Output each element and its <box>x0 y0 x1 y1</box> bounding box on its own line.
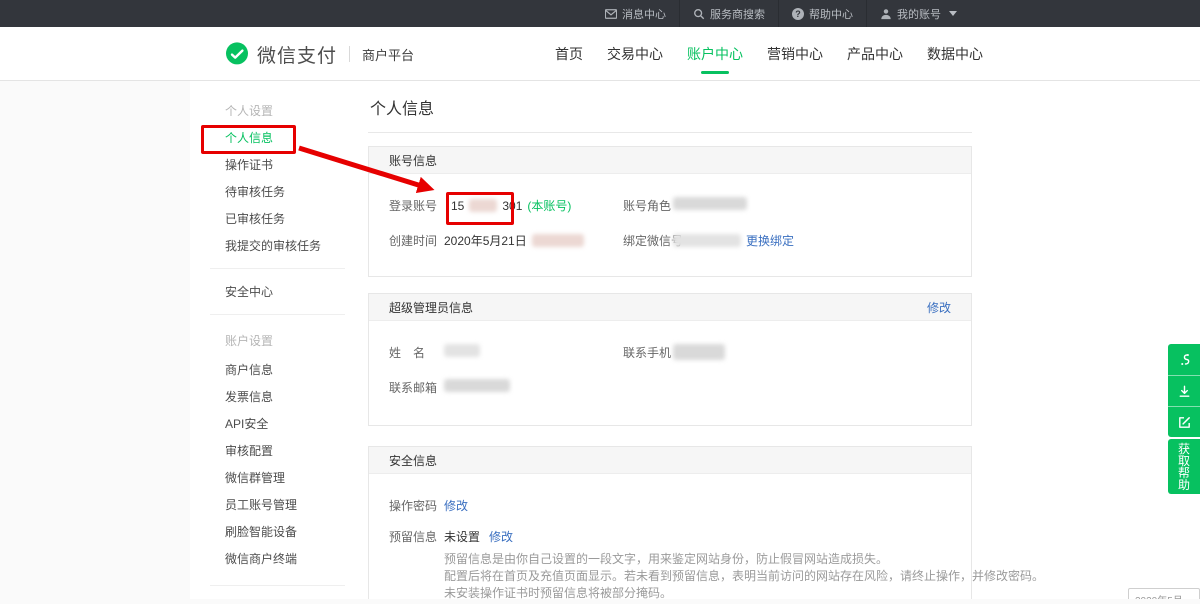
help-center-label: 帮助中心 <box>809 6 853 22</box>
admin-email-value <box>444 379 510 392</box>
password-modify-link[interactable]: 修改 <box>444 497 468 514</box>
message-center-link[interactable]: 消息中心 <box>592 0 679 27</box>
primary-nav: 首页 交易中心 账户中心 营销中心 产品中心 数据中心 <box>555 27 983 81</box>
admin-email-label: 联系邮箱 <box>389 379 437 396</box>
link-button[interactable] <box>1168 344 1200 375</box>
admin-info-card-title: 超级管理员信息 <box>389 299 473 316</box>
redacted-admin-email <box>444 379 510 392</box>
sidebar-item-review-config[interactable]: 审核配置 <box>225 438 345 465</box>
brand-logo[interactable]: 微信支付 商户平台 <box>225 27 414 81</box>
get-help-button[interactable]: 获取帮助 <box>1168 439 1200 494</box>
mail-icon <box>605 8 617 20</box>
created-time-label: 创建时间 <box>389 232 437 249</box>
nav-home[interactable]: 首页 <box>555 27 583 81</box>
my-account-menu[interactable]: 我的账号 <box>866 0 970 27</box>
link-icon <box>1177 352 1192 367</box>
login-account-value: 15 301 (本账号) <box>451 197 571 214</box>
nav-product-center[interactable]: 产品中心 <box>847 27 903 81</box>
sidebar-item-merchant-info[interactable]: 商户信息 <box>225 357 345 384</box>
nav-transaction-center[interactable]: 交易中心 <box>607 27 663 81</box>
admin-name-label: 姓 名 <box>389 344 425 361</box>
admin-modify-link[interactable]: 修改 <box>927 299 951 316</box>
sidebar-section-account-settings: 账户设置 <box>225 333 345 349</box>
account-info-card: 账号信息 登录账号 15 301 (本账号) 账号角色 创建时间 2020年5月… <box>368 146 972 277</box>
date-badge: 2020年5月22日 <box>1128 588 1200 599</box>
feedback-button[interactable] <box>1168 406 1200 437</box>
sidebar-item-wechat-group-management[interactable]: 微信群管理 <box>225 465 345 492</box>
security-info-card-title: 安全信息 <box>389 452 437 469</box>
search-icon <box>693 8 705 20</box>
account-info-card-title: 账号信息 <box>389 152 437 169</box>
account-role-label: 账号角色 <box>623 197 671 214</box>
redacted-admin-name <box>444 344 480 357</box>
sidebar-item-security-center[interactable]: 安全中心 <box>225 279 345 306</box>
redacted-admin-phone <box>673 344 725 360</box>
sidebar-item-operation-certificate[interactable]: 操作证书 <box>225 152 345 179</box>
reserved-info-label: 预留信息 <box>389 528 437 545</box>
sidebar-divider <box>210 314 345 315</box>
help-icon: ? <box>792 8 804 20</box>
admin-phone-value <box>673 344 725 360</box>
floating-help-panel: 获取帮助 <box>1168 344 1200 494</box>
sidebar-item-personal-info[interactable]: 个人信息 <box>225 125 345 152</box>
top-utility-bar: 消息中心 服务商搜索 ? 帮助中心 我的账号 <box>0 0 1200 27</box>
security-info-card: 安全信息 操作密码 修改 预留信息 未设置 修改 预留信息是由你自己设置的一段文… <box>368 446 972 599</box>
wechat-pay-icon <box>225 42 249 66</box>
reserved-info-status: 未设置 <box>444 528 480 545</box>
nav-data-center[interactable]: 数据中心 <box>927 27 983 81</box>
nav-marketing-center[interactable]: 营销中心 <box>767 27 823 81</box>
brand-name: 微信支付 <box>257 41 337 68</box>
reserved-modify-link[interactable]: 修改 <box>489 528 513 545</box>
admin-name-value <box>444 344 480 357</box>
redacted-login-middle <box>469 199 497 212</box>
sidebar-item-invoice-info[interactable]: 发票信息 <box>225 384 345 411</box>
sidebar-divider <box>210 585 345 586</box>
sidebar-item-wechat-merchant-terminal[interactable]: 微信商户终端 <box>225 546 345 573</box>
download-button[interactable] <box>1168 375 1200 406</box>
sidebar-item-my-submitted-tasks[interactable]: 我提交的审核任务 <box>225 233 345 260</box>
sidebar-section-personal-settings: 个人设置 <box>225 103 345 119</box>
admin-phone-label: 联系手机 <box>623 344 671 361</box>
created-time-value: 2020年5月21日 <box>444 232 584 249</box>
main-content: 个人信息 账号信息 登录账号 15 301 (本账号) 账号角色 <box>345 81 1200 599</box>
provider-search-label: 服务商搜索 <box>710 6 765 22</box>
logo-divider <box>349 46 350 62</box>
redacted-wechat-id <box>673 234 741 247</box>
sidebar-item-pending-review-tasks[interactable]: 待审核任务 <box>225 179 345 206</box>
provider-search-link[interactable]: 服务商搜索 <box>679 0 778 27</box>
my-account-label: 我的账号 <box>897 6 941 22</box>
sidebar-item-face-smart-device[interactable]: 刷脸智能设备 <box>225 519 345 546</box>
main-header: 微信支付 商户平台 首页 交易中心 账户中心 营销中心 产品中心 数据中心 <box>0 27 1200 81</box>
platform-name: 商户平台 <box>362 45 414 64</box>
utility-menu: 消息中心 服务商搜索 ? 帮助中心 我的账号 <box>592 0 970 27</box>
security-info-card-header: 安全信息 <box>369 447 971 474</box>
sidebar-item-reviewed-tasks[interactable]: 已审核任务 <box>225 206 345 233</box>
user-icon <box>880 8 892 20</box>
admin-info-card-header: 超级管理员信息 修改 <box>369 294 971 321</box>
page-title: 个人信息 <box>370 95 434 119</box>
chevron-down-icon <box>949 11 957 16</box>
message-center-label: 消息中心 <box>622 6 666 22</box>
sidebar-divider <box>210 268 345 269</box>
sidebar-item-api-security[interactable]: API安全 <box>225 411 345 438</box>
redacted-created-time <box>532 234 584 247</box>
rebind-link[interactable]: 更换绑定 <box>746 232 794 249</box>
help-center-link[interactable]: ? 帮助中心 <box>778 0 866 27</box>
redacted-account-role <box>673 197 747 210</box>
current-account-tag: (本账号) <box>527 197 571 214</box>
download-icon <box>1177 384 1192 399</box>
operation-password-label: 操作密码 <box>389 497 437 514</box>
sidebar: 个人设置 个人信息 操作证书 待审核任务 已审核任务 我提交的审核任务 安全中心… <box>190 81 345 599</box>
login-account-label: 登录账号 <box>389 197 437 214</box>
reserved-info-description: 预留信息是由你自己设置的一段文字，用来鉴定网站身份，防止假冒网站造成损失。 配置… <box>444 551 1044 599</box>
page-body: 个人设置 个人信息 操作证书 待审核任务 已审核任务 我提交的审核任务 安全中心… <box>0 81 1200 599</box>
nav-account-center[interactable]: 账户中心 <box>687 27 743 81</box>
account-info-card-header: 账号信息 <box>369 147 971 174</box>
title-divider <box>368 132 972 133</box>
edit-icon <box>1177 415 1192 430</box>
admin-info-card: 超级管理员信息 修改 姓 名 联系手机 联系邮箱 <box>368 293 972 426</box>
sidebar-item-staff-account-management[interactable]: 员工账号管理 <box>225 492 345 519</box>
bound-wechat-value: 更换绑定 <box>673 232 794 249</box>
account-role-value <box>673 197 747 210</box>
